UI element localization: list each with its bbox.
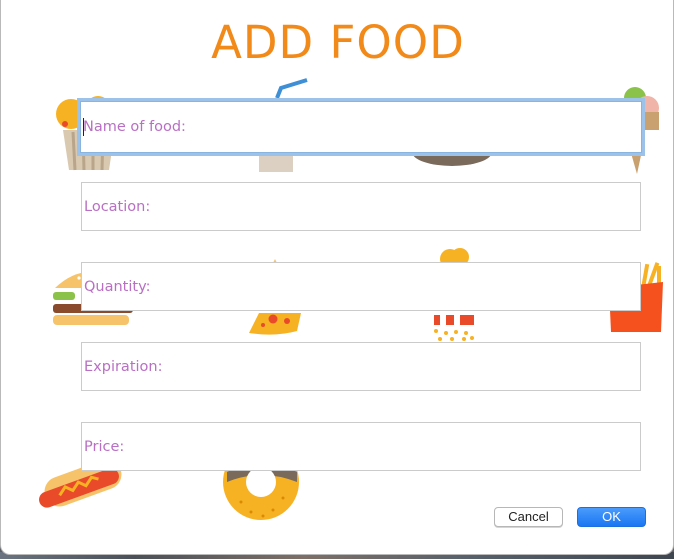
location-field[interactable]: Location: — [81, 182, 641, 231]
price-placeholder: Price: — [84, 438, 125, 455]
add-food-dialog: ADD FOOD Name of food: Location: Quantit… — [0, 0, 674, 555]
dialog-title: ADD FOOD — [211, 16, 465, 69]
expiration-placeholder: Expiration: — [84, 358, 163, 375]
expiration-field[interactable]: Expiration: — [81, 342, 641, 391]
donut-icon — [223, 462, 299, 520]
cancel-button[interactable]: Cancel — [494, 507, 563, 527]
quantity-field[interactable]: Quantity: — [81, 262, 641, 311]
name-of-food-placeholder: Name of food: — [83, 119, 186, 135]
price-field[interactable]: Price: — [81, 422, 641, 471]
location-placeholder: Location: — [84, 198, 151, 215]
ok-button[interactable]: OK — [577, 507, 646, 527]
name-of-food-field[interactable]: Name of food: — [80, 101, 642, 153]
quantity-placeholder: Quantity: — [84, 278, 151, 295]
